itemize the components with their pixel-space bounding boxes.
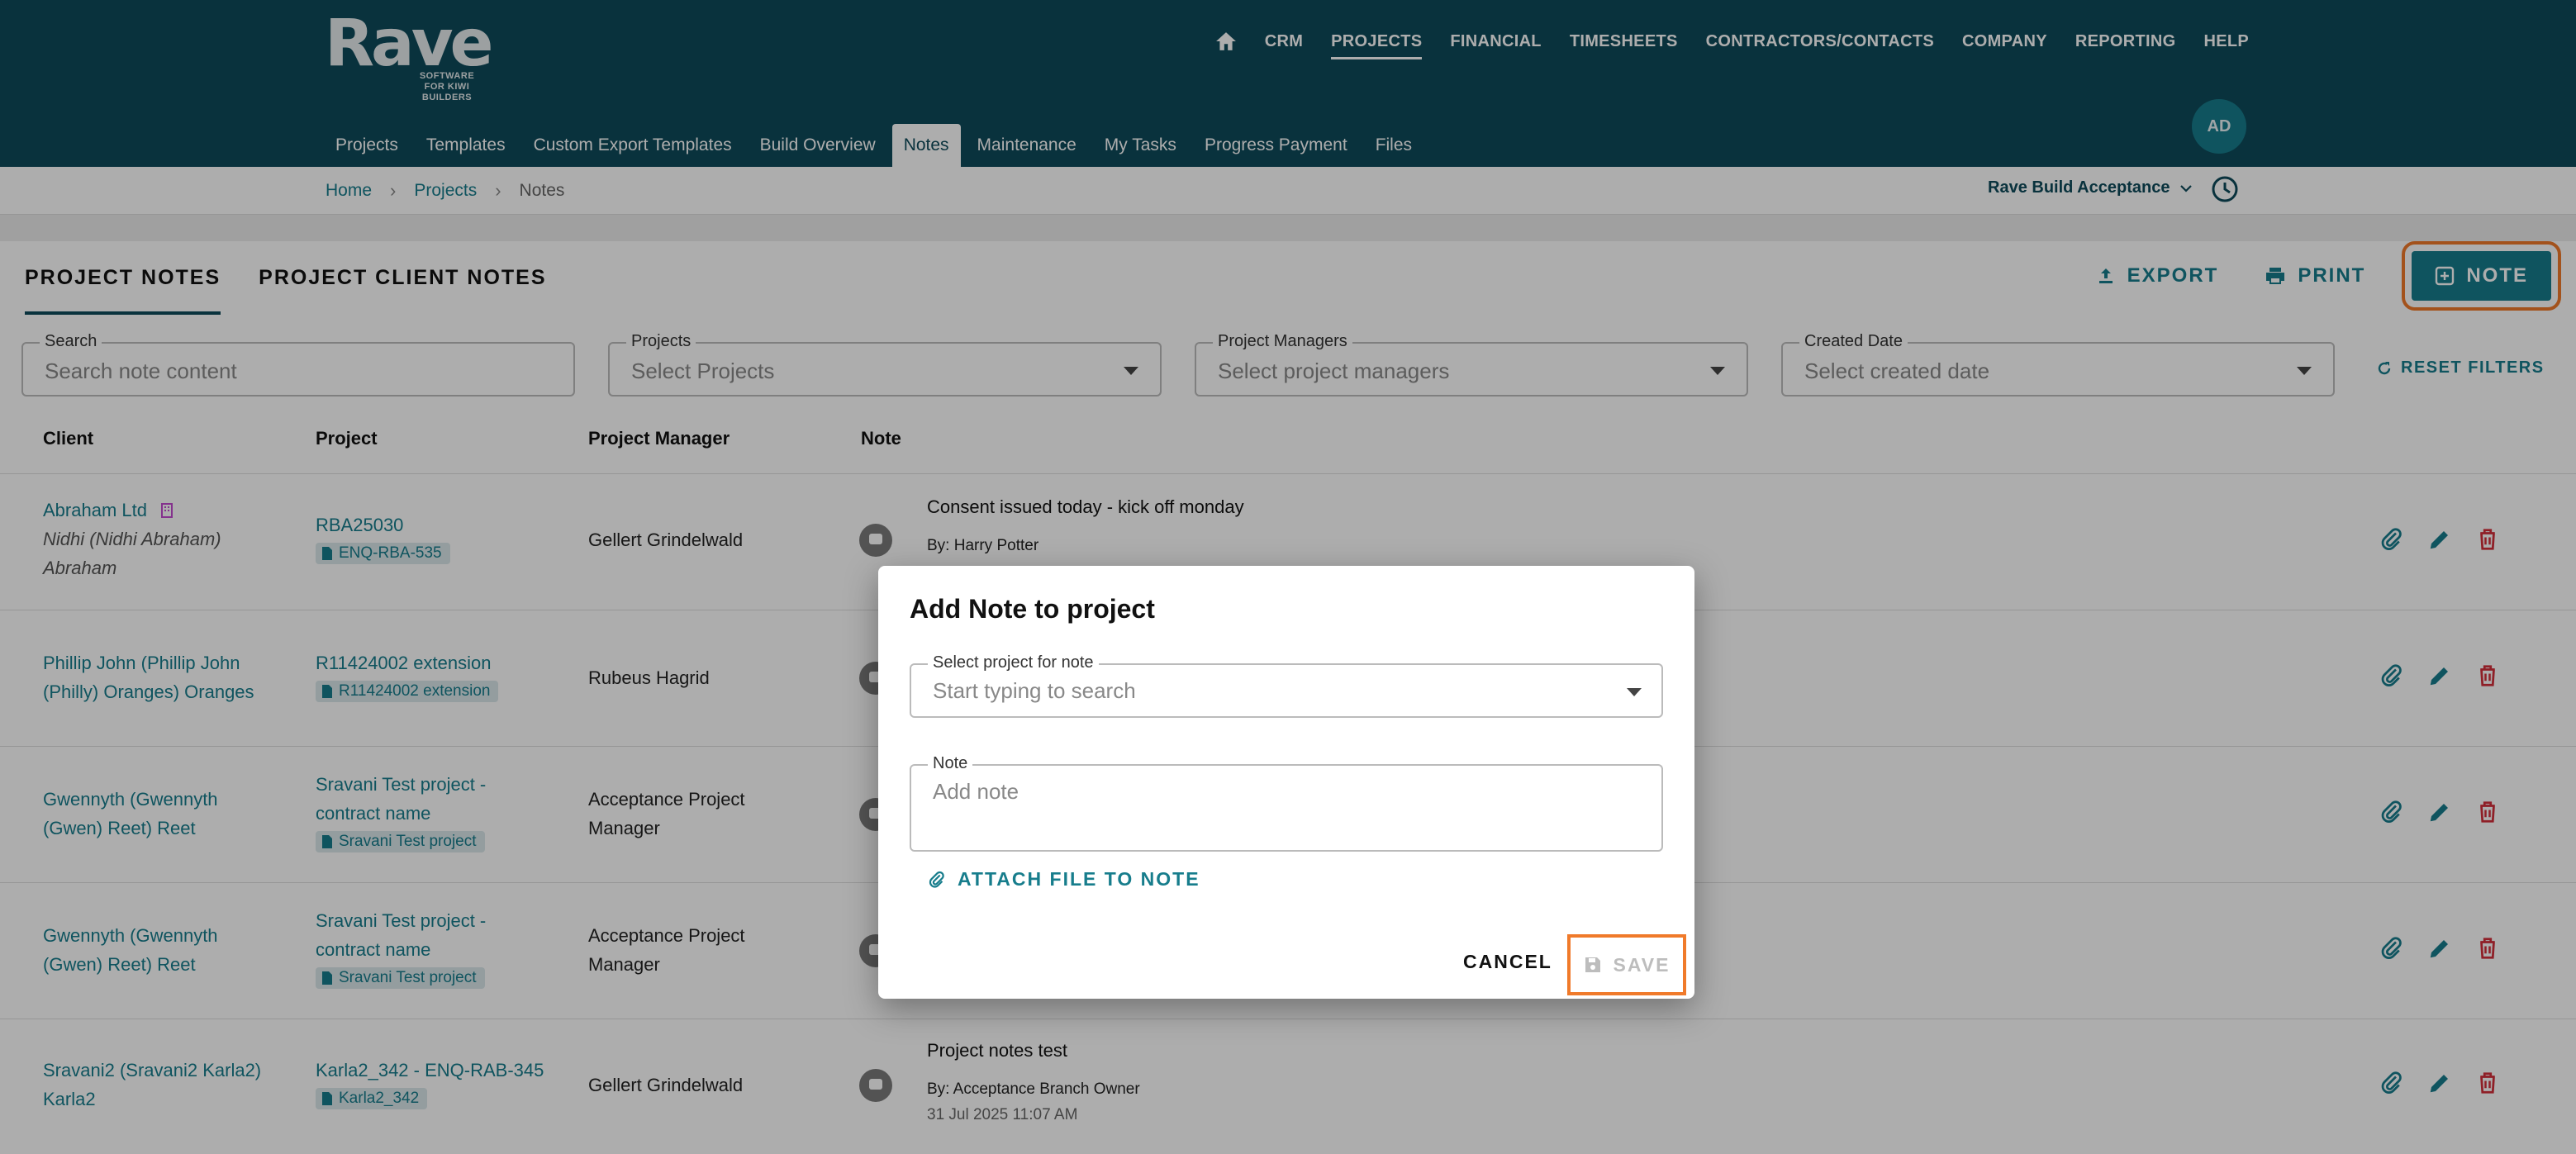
add-note-dialog: Add Note to project Select project for n… bbox=[878, 566, 1694, 999]
attach-label: ATTACH FILE TO NOTE bbox=[958, 868, 1200, 890]
save-button[interactable]: SAVE bbox=[1567, 934, 1686, 995]
dropdown-arrow-icon bbox=[1627, 688, 1642, 696]
note-textarea[interactable]: Note Add note bbox=[910, 754, 1663, 852]
save-disk-icon bbox=[1585, 957, 1600, 972]
paperclip-icon bbox=[929, 871, 944, 888]
dialog-title: Add Note to project bbox=[910, 594, 1155, 624]
cancel-button[interactable]: CANCEL bbox=[1463, 951, 1552, 973]
project-select-placeholder: Start typing to search bbox=[933, 678, 1136, 703]
note-field-label: Note bbox=[928, 754, 973, 773]
project-select-label: Select project for note bbox=[928, 653, 1099, 672]
project-select-input[interactable]: Select project for note Start typing to … bbox=[910, 653, 1663, 718]
attach-file-button[interactable]: ATTACH FILE TO NOTE bbox=[928, 868, 1200, 890]
note-placeholder: Add note bbox=[933, 779, 1019, 804]
save-label: SAVE bbox=[1613, 953, 1671, 976]
